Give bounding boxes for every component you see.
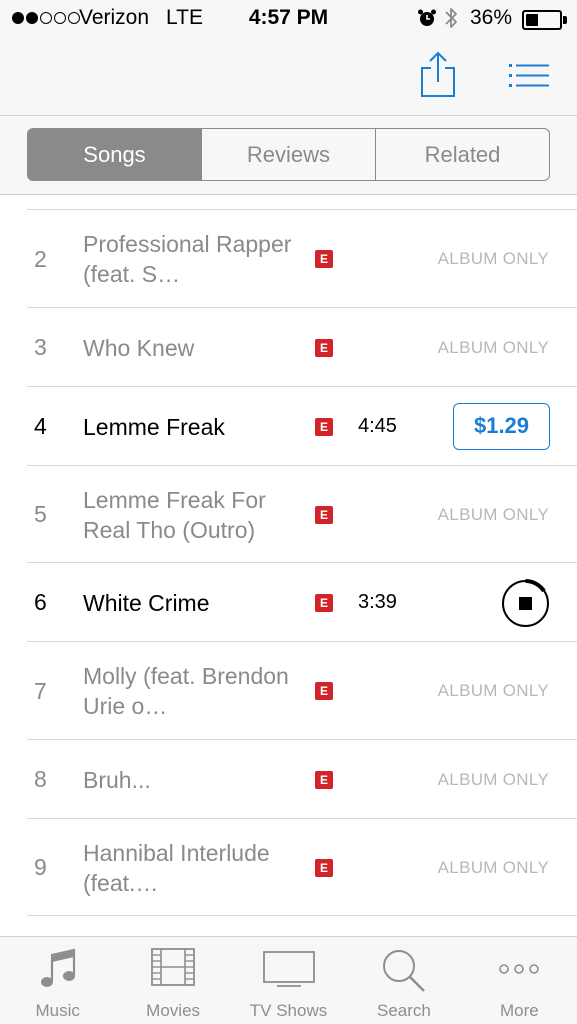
stop-icon bbox=[502, 578, 549, 627]
album-only-label: ALBUM ONLY bbox=[437, 249, 549, 268]
explicit-badge: E bbox=[315, 417, 333, 436]
track-row[interactable]: 3 Who Knew E ALBUM ONLY bbox=[0, 308, 577, 387]
track-number: 8 bbox=[34, 766, 47, 792]
track-duration: 3:39 bbox=[358, 591, 397, 613]
album-only-label: ALBUM ONLY bbox=[437, 681, 549, 700]
track-number: 2 bbox=[34, 245, 47, 272]
tab-label: Movies bbox=[146, 1001, 201, 1020]
album-only-label: ALBUM ONLY bbox=[437, 337, 549, 357]
battery-icon bbox=[522, 10, 568, 30]
tab-tv-shows[interactable]: TV Shows bbox=[231, 937, 346, 1024]
track-title: White Crime bbox=[83, 589, 210, 616]
explicit-badge: E bbox=[315, 682, 333, 700]
list-button[interactable] bbox=[505, 58, 551, 94]
tab-more[interactable]: More bbox=[462, 937, 577, 1024]
track-duration: 4:45 bbox=[358, 415, 397, 437]
album-only-label: ALBUM ONLY bbox=[437, 504, 549, 524]
explicit-badge: E bbox=[315, 338, 333, 357]
alarm-icon bbox=[418, 9, 436, 26]
track-row[interactable]: 6 White Crime E 3:39 bbox=[0, 563, 577, 642]
album-only-label: ALBUM ONLY bbox=[437, 769, 549, 789]
track-number: 6 bbox=[34, 589, 47, 615]
tab-label: Music bbox=[35, 1001, 80, 1020]
explicit-badge: E bbox=[315, 858, 333, 877]
track-number: 5 bbox=[34, 501, 47, 527]
battery-fill bbox=[526, 14, 538, 26]
buy-price-button[interactable]: $1.29 bbox=[453, 402, 550, 450]
track-row[interactable]: 7 Molly (feat. Brendon Urie o… E ALBUM O… bbox=[0, 642, 577, 740]
tab-bar: Music Movies TV Shows Search More bbox=[0, 936, 577, 1024]
status-bar: Verizon LTE 4:57 PM 36% bbox=[0, 0, 577, 40]
tab-label: TV Shows bbox=[249, 1001, 328, 1020]
track-row[interactable]: 8 Bruh... E ALBUM ONLY bbox=[0, 740, 577, 819]
battery-percent: 36% bbox=[470, 6, 513, 29]
search-icon bbox=[382, 950, 425, 992]
track-title: Hannibal Interlude (feat.… bbox=[83, 839, 270, 896]
track-title: Lemme Freak For Real Tho (Outro) bbox=[83, 486, 266, 543]
battery-nub bbox=[563, 16, 567, 24]
tab-music[interactable]: Music bbox=[0, 937, 115, 1024]
segment-area: Songs Reviews Related bbox=[0, 116, 577, 195]
track-title: Molly (feat. Brendon Urie o… bbox=[83, 663, 289, 719]
album-only-label: ALBUM ONLY bbox=[437, 857, 549, 877]
row-divider bbox=[27, 915, 577, 916]
more-icon bbox=[499, 964, 540, 974]
segmented-control: Songs Reviews Related bbox=[27, 128, 550, 181]
track-number: 7 bbox=[34, 677, 47, 704]
track-row[interactable]: 4 Lemme Freak E 4:45 $1.29 bbox=[0, 387, 577, 466]
track-number: 4 bbox=[34, 413, 47, 439]
music-note-icon bbox=[40, 948, 75, 987]
track-title: Professional Rapper (feat. S… bbox=[83, 231, 292, 287]
track-list[interactable]: 2 Professional Rapper (feat. S… E ALBUM … bbox=[0, 195, 577, 936]
explicit-badge: E bbox=[315, 250, 333, 268]
top-bar: Verizon LTE 4:57 PM 36% bbox=[0, 0, 577, 116]
stop-download-button[interactable] bbox=[501, 578, 550, 628]
track-title: Bruh... bbox=[83, 766, 151, 793]
tv-icon bbox=[262, 951, 315, 987]
film-icon bbox=[151, 948, 196, 986]
battery-body bbox=[522, 10, 562, 30]
track-number: 3 bbox=[34, 334, 47, 360]
share-icon bbox=[421, 51, 455, 97]
track-row[interactable]: 9 Hannibal Interlude (feat.… E ALBUM ONL… bbox=[0, 819, 577, 916]
tab-search[interactable]: Search bbox=[346, 937, 461, 1024]
tab-label: Search bbox=[376, 1001, 431, 1020]
track-number: 9 bbox=[34, 854, 47, 880]
tab-related[interactable]: Related bbox=[375, 129, 549, 180]
explicit-badge: E bbox=[315, 593, 333, 612]
explicit-badge: E bbox=[315, 505, 333, 524]
track-title: Lemme Freak bbox=[83, 413, 225, 440]
itunes-album-screen: Verizon LTE 4:57 PM 36% Songs Reviews Re… bbox=[0, 0, 577, 1024]
track-title: Who Knew bbox=[83, 334, 195, 361]
explicit-badge: E bbox=[315, 770, 333, 789]
bluetooth-icon bbox=[445, 8, 457, 28]
track-row[interactable]: 5 Lemme Freak For Real Tho (Outro) E ALB… bbox=[0, 466, 577, 563]
tab-label: More bbox=[499, 1001, 539, 1020]
list-icon bbox=[509, 64, 549, 87]
tab-movies[interactable]: Movies bbox=[115, 937, 230, 1024]
track-row[interactable]: 2 Professional Rapper (feat. S… E ALBUM … bbox=[0, 210, 577, 308]
tab-songs[interactable]: Songs bbox=[28, 129, 201, 180]
tab-reviews[interactable]: Reviews bbox=[201, 129, 375, 180]
share-button[interactable] bbox=[418, 50, 458, 100]
